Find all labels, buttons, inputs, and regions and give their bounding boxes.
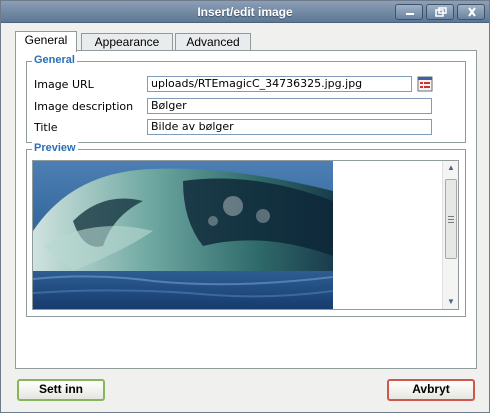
general-legend: General	[32, 54, 77, 66]
maximize-icon	[435, 7, 447, 17]
scroll-down-icon[interactable]: ▼	[444, 295, 458, 309]
image-description-input[interactable]: Bølger	[147, 98, 432, 114]
browse-button[interactable]	[417, 76, 433, 92]
preview-fieldset: Preview ▲ ▼	[26, 142, 466, 317]
tab-panel-general: General Image URL uploads/RTEmagicC_3473…	[15, 50, 477, 369]
grip-line	[448, 222, 454, 223]
close-icon	[468, 7, 476, 17]
image-url-input[interactable]: uploads/RTEmagicC_34736325.jpg.jpg	[147, 76, 412, 92]
preview-area[interactable]: ▲ ▼	[32, 160, 459, 310]
grip-line	[448, 219, 454, 220]
maximize-button[interactable]	[426, 4, 454, 20]
title-input[interactable]: Bilde av bølger	[147, 119, 432, 135]
tab-general[interactable]: General	[15, 31, 77, 52]
grip-line	[448, 216, 454, 217]
cancel-button[interactable]: Avbryt	[387, 379, 475, 401]
insert-button[interactable]: Sett inn	[17, 379, 105, 401]
general-fieldset: General Image URL uploads/RTEmagicC_3473…	[26, 54, 466, 143]
minimize-icon	[406, 13, 414, 15]
image-description-label: Image description	[34, 100, 134, 113]
title-label: Title	[34, 121, 58, 134]
preview-scrollbar[interactable]: ▲ ▼	[442, 161, 458, 309]
image-url-label: Image URL	[34, 78, 94, 91]
scroll-thumb[interactable]	[445, 179, 457, 259]
tab-appearance[interactable]: Appearance	[81, 33, 173, 51]
scroll-up-icon[interactable]: ▲	[444, 161, 458, 175]
title-bar[interactable]: Insert/edit image	[1, 1, 489, 23]
preview-image	[33, 161, 333, 309]
preview-legend: Preview	[32, 142, 78, 154]
browse-icon	[417, 76, 433, 92]
insert-image-dialog: Insert/edit image General Appearance Adv…	[0, 0, 490, 413]
close-button[interactable]	[457, 4, 485, 20]
minimize-button[interactable]	[395, 4, 423, 20]
tab-advanced[interactable]: Advanced	[175, 33, 251, 51]
